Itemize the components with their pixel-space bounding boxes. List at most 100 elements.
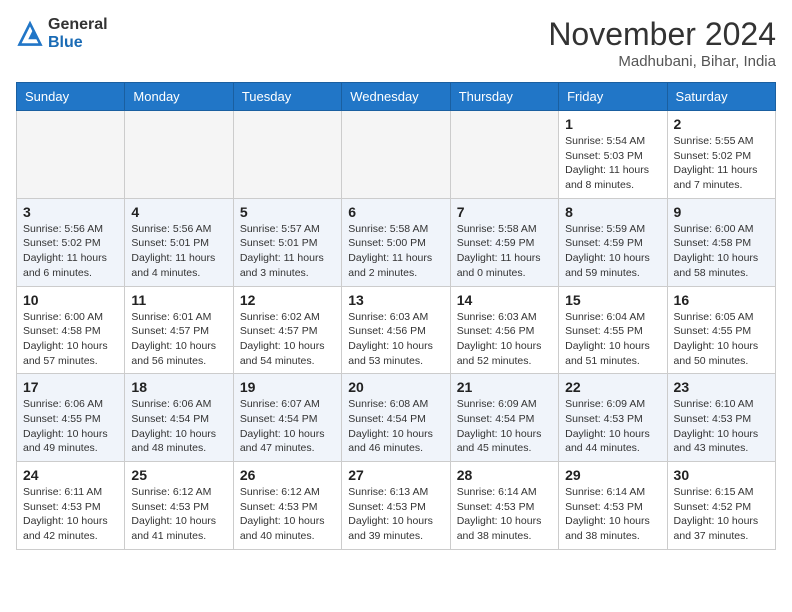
cell-info: Sunrise: 6:01 AMSunset: 4:57 PMDaylight:… bbox=[131, 310, 226, 369]
logo-icon bbox=[16, 20, 44, 48]
day-number: 23 bbox=[674, 379, 769, 395]
table-row: 12 Sunrise: 6:02 AMSunset: 4:57 PMDayligh… bbox=[233, 286, 341, 374]
table-row: 24Sunrise: 6:11 AMSunset: 4:53 PMDayligh… bbox=[17, 462, 125, 550]
table-row: 16Sunrise: 6:05 AMSunset: 4:55 PMDayligh… bbox=[667, 286, 775, 374]
table-row: 20 Sunrise: 6:08 AMSunset: 4:54 PMDayligh… bbox=[342, 374, 450, 462]
calendar-week-row: 1Sunrise: 5:54 AMSunset: 5:03 PMDaylight… bbox=[17, 111, 776, 199]
table-row: 21 Sunrise: 6:09 AMSunset: 4:54 PMDayligh… bbox=[450, 374, 558, 462]
cell-info: Sunrise: 6:14 AMSunset: 4:53 PMDaylight:… bbox=[457, 485, 552, 544]
day-number: 3 bbox=[23, 204, 118, 220]
cell-info: Sunrise: 5:57 AMSunset: 5:01 PMDaylight:… bbox=[240, 222, 335, 281]
day-number: 8 bbox=[565, 204, 660, 220]
table-row: 10 Sunrise: 6:00 AMSunset: 4:58 PMDayligh… bbox=[17, 286, 125, 374]
day-number: 24 bbox=[23, 467, 118, 483]
table-row: 29 Sunrise: 6:14 AMSunset: 4:53 PMDayligh… bbox=[559, 462, 667, 550]
table-row: 30 Sunrise: 6:15 AMSunset: 4:52 PMDayligh… bbox=[667, 462, 775, 550]
table-row: 3Sunrise: 5:56 AMSunset: 5:02 PMDaylight… bbox=[17, 198, 125, 286]
table-row: 14 Sunrise: 6:03 AMSunset: 4:56 PMDayligh… bbox=[450, 286, 558, 374]
day-number: 21 bbox=[457, 379, 552, 395]
cell-info: Sunrise: 5:58 AMSunset: 4:59 PMDaylight:… bbox=[457, 222, 552, 281]
header-saturday: Saturday bbox=[667, 83, 775, 111]
cell-info: Sunrise: 5:58 AMSunset: 5:00 PMDaylight:… bbox=[348, 222, 443, 281]
day-number: 7 bbox=[457, 204, 552, 220]
day-number: 15 bbox=[565, 292, 660, 308]
calendar-week-row: 10 Sunrise: 6:00 AMSunset: 4:58 PMDayligh… bbox=[17, 286, 776, 374]
weekday-header-row: Sunday Monday Tuesday Wednesday Thursday… bbox=[17, 83, 776, 111]
cell-info: Sunrise: 6:03 AMSunset: 4:56 PMDaylight:… bbox=[457, 310, 552, 369]
location-text: Madhubani, Bihar, India bbox=[548, 53, 776, 70]
cell-info: Sunrise: 6:06 AMSunset: 4:55 PMDaylight:… bbox=[23, 397, 118, 456]
calendar-table: Sunday Monday Tuesday Wednesday Thursday… bbox=[16, 82, 776, 550]
day-number: 28 bbox=[457, 467, 552, 483]
table-row: 25Sunrise: 6:12 AMSunset: 4:53 PMDayligh… bbox=[125, 462, 233, 550]
day-number: 14 bbox=[457, 292, 552, 308]
cell-info: Sunrise: 6:03 AMSunset: 4:56 PMDaylight:… bbox=[348, 310, 443, 369]
day-number: 1 bbox=[565, 116, 660, 132]
logo-general-text: General bbox=[48, 16, 108, 34]
header-wednesday: Wednesday bbox=[342, 83, 450, 111]
cell-info: Sunrise: 6:14 AMSunset: 4:53 PMDaylight:… bbox=[565, 485, 660, 544]
table-row: 19 Sunrise: 6:07 AMSunset: 4:54 PMDayligh… bbox=[233, 374, 341, 462]
cell-info: Sunrise: 6:07 AMSunset: 4:54 PMDaylight:… bbox=[240, 397, 335, 456]
day-number: 5 bbox=[240, 204, 335, 220]
header-friday: Friday bbox=[559, 83, 667, 111]
cell-info: Sunrise: 6:09 AMSunset: 4:54 PMDaylight:… bbox=[457, 397, 552, 456]
day-number: 4 bbox=[131, 204, 226, 220]
day-number: 9 bbox=[674, 204, 769, 220]
day-number: 18 bbox=[131, 379, 226, 395]
table-row bbox=[342, 111, 450, 199]
cell-info: Sunrise: 6:10 AMSunset: 4:53 PMDaylight:… bbox=[674, 397, 769, 456]
table-row: 28 Sunrise: 6:14 AMSunset: 4:53 PMDayligh… bbox=[450, 462, 558, 550]
day-number: 19 bbox=[240, 379, 335, 395]
table-row: 9 Sunrise: 6:00 AMSunset: 4:58 PMDaylight… bbox=[667, 198, 775, 286]
table-row: 7 Sunrise: 5:58 AMSunset: 4:59 PMDaylight… bbox=[450, 198, 558, 286]
day-number: 11 bbox=[131, 292, 226, 308]
cell-info: Sunrise: 6:00 AMSunset: 4:58 PMDaylight:… bbox=[674, 222, 769, 281]
table-row bbox=[450, 111, 558, 199]
cell-info: Sunrise: 6:13 AMSunset: 4:53 PMDaylight:… bbox=[348, 485, 443, 544]
cell-info: Sunrise: 5:55 AMSunset: 5:02 PMDaylight:… bbox=[674, 134, 769, 193]
day-number: 2 bbox=[674, 116, 769, 132]
cell-info: Sunrise: 6:00 AMSunset: 4:58 PMDaylight:… bbox=[23, 310, 118, 369]
day-number: 29 bbox=[565, 467, 660, 483]
table-row bbox=[233, 111, 341, 199]
title-area: November 2024 Madhubani, Bihar, India bbox=[548, 16, 776, 70]
table-row: 15 Sunrise: 6:04 AMSunset: 4:55 PMDayligh… bbox=[559, 286, 667, 374]
logo-blue-text: Blue bbox=[48, 34, 108, 52]
table-row: 5 Sunrise: 5:57 AMSunset: 5:01 PMDaylight… bbox=[233, 198, 341, 286]
table-row: 8Sunrise: 5:59 AMSunset: 4:59 PMDaylight… bbox=[559, 198, 667, 286]
day-number: 10 bbox=[23, 292, 118, 308]
logo-text: General Blue bbox=[48, 16, 108, 51]
day-number: 30 bbox=[674, 467, 769, 483]
table-row: 11 Sunrise: 6:01 AMSunset: 4:57 PMDayligh… bbox=[125, 286, 233, 374]
day-number: 13 bbox=[348, 292, 443, 308]
cell-info: Sunrise: 6:08 AMSunset: 4:54 PMDaylight:… bbox=[348, 397, 443, 456]
page-header: General Blue November 2024 Madhubani, Bi… bbox=[16, 16, 776, 70]
calendar-week-row: 3Sunrise: 5:56 AMSunset: 5:02 PMDaylight… bbox=[17, 198, 776, 286]
cell-info: Sunrise: 6:15 AMSunset: 4:52 PMDaylight:… bbox=[674, 485, 769, 544]
header-thursday: Thursday bbox=[450, 83, 558, 111]
cell-info: Sunrise: 6:02 AMSunset: 4:57 PMDaylight:… bbox=[240, 310, 335, 369]
header-monday: Monday bbox=[125, 83, 233, 111]
table-row: 2 Sunrise: 5:55 AMSunset: 5:02 PMDaylight… bbox=[667, 111, 775, 199]
table-row: 1Sunrise: 5:54 AMSunset: 5:03 PMDaylight… bbox=[559, 111, 667, 199]
month-title: November 2024 bbox=[548, 16, 776, 53]
table-row: 4 Sunrise: 5:56 AMSunset: 5:01 PMDaylight… bbox=[125, 198, 233, 286]
header-sunday: Sunday bbox=[17, 83, 125, 111]
calendar-week-row: 17 Sunrise: 6:06 AMSunset: 4:55 PMDayligh… bbox=[17, 374, 776, 462]
day-number: 27 bbox=[348, 467, 443, 483]
header-tuesday: Tuesday bbox=[233, 83, 341, 111]
cell-info: Sunrise: 6:09 AMSunset: 4:53 PMDaylight:… bbox=[565, 397, 660, 456]
logo: General Blue bbox=[16, 16, 108, 51]
cell-info: Sunrise: 5:56 AMSunset: 5:01 PMDaylight:… bbox=[131, 222, 226, 281]
table-row: 13 Sunrise: 6:03 AMSunset: 4:56 PMDayligh… bbox=[342, 286, 450, 374]
table-row bbox=[17, 111, 125, 199]
day-number: 25 bbox=[131, 467, 226, 483]
day-number: 17 bbox=[23, 379, 118, 395]
table-row: 18Sunrise: 6:06 AMSunset: 4:54 PMDayligh… bbox=[125, 374, 233, 462]
table-row: 26Sunrise: 6:12 AMSunset: 4:53 PMDayligh… bbox=[233, 462, 341, 550]
day-number: 12 bbox=[240, 292, 335, 308]
calendar-week-row: 24Sunrise: 6:11 AMSunset: 4:53 PMDayligh… bbox=[17, 462, 776, 550]
day-number: 20 bbox=[348, 379, 443, 395]
cell-info: Sunrise: 6:04 AMSunset: 4:55 PMDaylight:… bbox=[565, 310, 660, 369]
